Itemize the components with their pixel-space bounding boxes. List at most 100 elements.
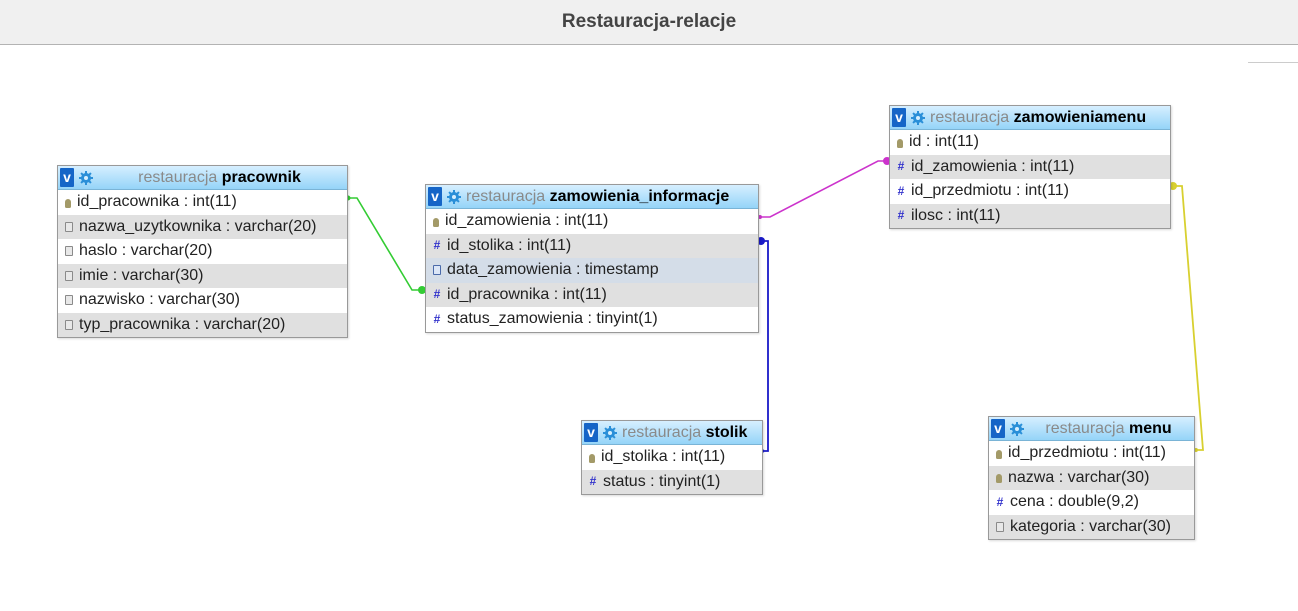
column-label: id_przedmiotu : int(11) <box>911 182 1069 200</box>
column-row[interactable]: id_stolika : int(11) <box>582 445 762 470</box>
database-name: restauracja <box>622 423 702 441</box>
table-header[interactable]: v restauracja menu <box>989 417 1194 441</box>
column-row[interactable]: haslo : varchar(20) <box>58 239 347 264</box>
table-name[interactable]: menu <box>1129 420 1172 437</box>
column-list: id_pracownika : int(11) nazwa_uzytkownika… <box>58 190 347 337</box>
column-label: ilosc : int(11) <box>911 206 1001 224</box>
table-header[interactable]: v restauracja zamowienia_informacje <box>426 185 758 209</box>
column-list: id_zamowienia : int(11) # id_stolika : int… <box>426 209 758 332</box>
column-label: id_przedmiotu : int(11) <box>1008 444 1166 462</box>
column-label: nazwa_uzytkownika : varchar(20) <box>79 217 317 235</box>
toggle-columns-icon[interactable]: v <box>892 108 906 127</box>
column-label: nazwa : varchar(30) <box>1008 468 1150 486</box>
key-icon <box>65 198 71 208</box>
column-row[interactable]: nazwisko : varchar(30) <box>58 288 347 313</box>
number-icon: # <box>897 183 905 198</box>
number-icon: # <box>996 494 1004 509</box>
column-row[interactable]: nazwa : varchar(30) <box>989 465 1194 490</box>
column-label: id_zamowienia : int(11) <box>911 157 1075 175</box>
column-label: imie : varchar(30) <box>79 266 204 284</box>
table-zamowienia-informacje[interactable]: v restauracja zamowienia_informacje id_z… <box>425 184 759 333</box>
toggle-columns-icon[interactable]: v <box>991 419 1005 438</box>
database-name: restauracja <box>138 168 218 186</box>
gear-icon[interactable] <box>1009 421 1025 437</box>
table-zamowieniamenu[interactable]: v restauracja zamowieniamenu id : int(11… <box>889 105 1171 229</box>
column-list: id_stolika : int(11) # status : tinyint(1) <box>582 445 762 494</box>
number-icon: # <box>433 238 441 253</box>
column-row[interactable]: # status : tinyint(1) <box>582 469 762 494</box>
column-row[interactable]: nazwa_uzytkownika : varchar(20) <box>58 214 347 239</box>
column-row[interactable]: # id_zamowienia : int(11) <box>890 154 1170 179</box>
table-pracownik[interactable]: v restauracja pracownik id_pracownika : … <box>57 165 348 338</box>
table-header[interactable]: v restauracja stolik <box>582 421 762 445</box>
text-field-icon <box>65 221 73 232</box>
text-field-icon <box>65 246 73 257</box>
column-label: id_stolika : int(11) <box>601 448 726 466</box>
gear-icon[interactable] <box>602 425 618 441</box>
number-icon: # <box>897 208 905 223</box>
database-name: restauracja <box>1045 419 1125 437</box>
number-icon: # <box>433 311 441 326</box>
key-icon <box>433 217 439 227</box>
column-row[interactable]: data_zamowienia : timestamp <box>426 258 758 283</box>
column-list: id : int(11) # id_zamowienia : int(11) # id_… <box>890 130 1170 228</box>
relation-pracownik-link[interactable] <box>346 197 423 291</box>
key-icon <box>996 474 1002 484</box>
table-stolik[interactable]: v restauracja stolik id_stolika : int(11… <box>581 420 763 495</box>
table-menu[interactable]: v restauracja menu id_przedmiotu : int(1… <box>988 416 1195 540</box>
column-row[interactable]: # id_stolika : int(11) <box>426 233 758 258</box>
number-icon: # <box>897 159 905 174</box>
column-label: data_zamowienia : timestamp <box>447 261 659 279</box>
column-label: id_zamowienia : int(11) <box>445 212 609 230</box>
column-label: cena : double(9,2) <box>1010 493 1139 511</box>
column-row[interactable]: id_pracownika : int(11) <box>58 190 347 215</box>
gear-icon[interactable] <box>446 189 462 205</box>
toggle-columns-icon[interactable]: v <box>428 187 442 206</box>
column-label: status : tinyint(1) <box>603 472 721 490</box>
table-header[interactable]: v restauracja pracownik <box>58 166 347 190</box>
column-label: id_pracownika : int(11) <box>77 193 237 211</box>
table-name[interactable]: zamowienia_informacje <box>550 188 730 205</box>
column-row[interactable]: id_przedmiotu : int(11) <box>989 441 1194 466</box>
column-row[interactable]: id : int(11) <box>890 130 1170 155</box>
date-icon <box>433 265 441 276</box>
text-field-icon <box>65 295 73 306</box>
column-label: typ_pracownika : varchar(20) <box>79 315 286 333</box>
key-icon <box>897 138 903 148</box>
column-list: id_przedmiotu : int(11) nazwa : varchar(3… <box>989 441 1194 539</box>
text-field-icon <box>65 270 73 281</box>
column-label: nazwisko : varchar(30) <box>79 291 240 309</box>
table-name[interactable]: stolik <box>706 424 748 441</box>
number-icon: # <box>433 287 441 302</box>
table-name[interactable]: pracownik <box>222 169 301 186</box>
column-label: id_stolika : int(11) <box>447 236 572 254</box>
column-row[interactable]: # status_zamowienia : tinyint(1) <box>426 307 758 332</box>
column-label: id_pracownika : int(11) <box>447 285 607 303</box>
table-name[interactable]: zamowieniamenu <box>1014 109 1146 126</box>
toggle-columns-icon[interactable]: v <box>584 423 598 442</box>
number-icon: # <box>589 474 597 489</box>
gear-icon[interactable] <box>78 170 94 186</box>
key-icon <box>589 453 595 463</box>
column-label: status_zamowienia : tinyint(1) <box>447 310 658 328</box>
gear-icon[interactable] <box>910 110 926 126</box>
column-label: kategoria : varchar(30) <box>1010 517 1171 535</box>
key-icon <box>996 449 1002 459</box>
database-name: restauracja <box>466 187 546 205</box>
text-field-icon <box>996 521 1004 532</box>
table-header[interactable]: v restauracja zamowieniamenu <box>890 106 1170 130</box>
toggle-columns-icon[interactable]: v <box>60 168 74 187</box>
column-row[interactable]: typ_pracownika : varchar(20) <box>58 312 347 337</box>
column-row[interactable]: # cena : double(9,2) <box>989 490 1194 515</box>
text-field-icon <box>65 319 73 330</box>
column-row[interactable]: imie : varchar(30) <box>58 263 347 288</box>
column-row[interactable]: # id_pracownika : int(11) <box>426 282 758 307</box>
column-row[interactable]: # id_przedmiotu : int(11) <box>890 179 1170 204</box>
column-label: id : int(11) <box>909 133 979 151</box>
column-label: haslo : varchar(20) <box>79 242 213 260</box>
relation-zamowieniamenu-link[interactable] <box>758 160 890 218</box>
column-row[interactable]: # ilosc : int(11) <box>890 203 1170 228</box>
column-row[interactable]: id_zamowienia : int(11) <box>426 209 758 234</box>
relation-menu-link[interactable] <box>1170 185 1204 451</box>
column-row[interactable]: kategoria : varchar(30) <box>989 514 1194 539</box>
